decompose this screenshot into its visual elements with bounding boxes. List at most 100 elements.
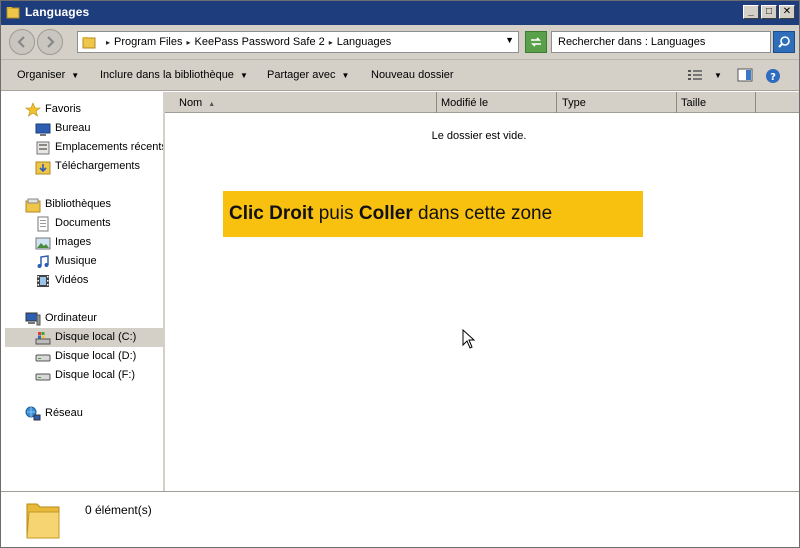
sidebar-item-network[interactable]: Réseau [5,404,163,423]
computer-icon [25,311,41,327]
chevron-down-icon: ▼ [71,71,80,80]
details-pane: 0 élément(s) [1,491,799,547]
sidebar-item-label: Musique [55,255,97,267]
breadcrumb-program-files[interactable]: Program Files [114,36,182,48]
new-folder-button[interactable]: Nouveau dossier [371,69,454,81]
address-bar[interactable]: ▸ Program Files ▸ KeePass Password Safe … [77,31,519,53]
new-folder-label: Nouveau dossier [371,69,454,81]
include-label: Inclure dans la bibliothèque [100,69,234,81]
chevron-right-icon[interactable]: ▸ [186,38,190,47]
chevron-down-icon[interactable]: ▼ [714,71,722,80]
forward-button[interactable] [37,29,63,55]
explorer-window: Languages _ □ ✕ ▸ Program Files ▸ KeePas… [0,0,800,548]
recent-places-icon [35,140,51,156]
column-header-row: Nom ▲ Modifié le Type Taille [165,92,799,113]
sidebar-item-music[interactable]: Musique [5,252,163,271]
sidebar-item-label: Emplacements récents [55,141,167,153]
folder-icon [6,5,20,19]
sidebar-item-label: Disque local (C:) [55,331,137,343]
sidebar-item-label: Téléchargements [55,160,140,172]
sidebar-item-images[interactable]: Images [5,233,163,252]
view-options-icon[interactable] [687,68,703,85]
banner-text: puis [313,203,359,224]
sort-up-icon: ▲ [208,101,216,108]
banner-bold-text: Coller [358,203,413,224]
music-icon [35,254,51,270]
column-header-size[interactable]: Taille [677,92,756,113]
organize-label: Organiser [17,69,66,81]
sidebar-item-label: Réseau [45,407,83,419]
network-icon [25,406,41,422]
chevron-down-icon: ▼ [341,71,350,80]
sidebar-item-label: Documents [55,217,111,229]
sidebar-item-label: Images [55,236,92,248]
file-list[interactable]: Nom ▲ Modifié le Type Taille Le dossier e… [165,92,799,491]
minimize-button[interactable]: _ [743,5,759,19]
sidebar-item-bureau[interactable]: Bureau [5,119,163,138]
instruction-banner: Clic Droit puis Coller dans cette zone [223,191,643,237]
sidebar-item-label: Disque local (D:) [55,350,137,362]
share-menu[interactable]: Partager avec ▼ [267,69,349,81]
help-icon[interactable]: ? [765,68,781,87]
sidebar-item-drive-c[interactable]: Disque local (C:) [5,328,163,347]
drive-icon [35,349,51,365]
sidebar-item-label: Vidéos [55,274,89,286]
sidebar-item-favorites[interactable]: Favoris [5,100,163,119]
close-button[interactable]: ✕ [779,5,795,19]
folder-icon [82,35,96,52]
column-label: Type [562,97,586,109]
videos-icon [35,273,51,289]
sidebar-item-documents[interactable]: Documents [5,214,163,233]
preview-pane-icon[interactable] [737,68,753,85]
sidebar-item-label: Ordinateur [45,312,97,324]
title-bar[interactable]: Languages _ □ ✕ [1,1,799,25]
system-drive-icon [35,330,51,346]
sidebar-item-downloads[interactable]: Téléchargements [5,157,163,176]
search-button[interactable] [773,31,795,53]
navigation-pane: Favoris Bureau Emplacements récents Télé… [5,92,167,491]
window-title: Languages [25,5,90,19]
chevron-right-icon[interactable]: ▸ [329,38,333,47]
sidebar-item-drive-f[interactable]: Disque local (F:) [5,366,163,385]
images-icon [35,235,51,251]
column-header-modified[interactable]: Modifié le [437,92,557,113]
library-icon [25,197,41,213]
column-header-name[interactable]: Nom ▲ [165,92,437,113]
arrow-right-icon [47,36,55,48]
folder-icon [25,496,61,545]
column-label: Taille [681,97,707,109]
desktop-icon [35,121,51,137]
refresh-button[interactable] [525,31,547,53]
column-header-type[interactable]: Type [557,92,677,113]
drive-icon [35,368,51,384]
arrow-left-icon [17,36,25,48]
maximize-button[interactable]: □ [761,5,777,19]
include-library-menu[interactable]: Inclure dans la bibliothèque ▼ [100,69,248,81]
sidebar-item-label: Bureau [55,122,91,134]
search-icon [778,36,790,48]
chevron-right-icon[interactable]: ▸ [106,38,110,47]
organize-menu[interactable]: Organiser ▼ [17,69,79,81]
sidebar-item-label: Favoris [45,103,82,115]
sidebar-item-drive-d[interactable]: Disque local (D:) [5,347,163,366]
search-input[interactable]: Rechercher dans : Languages [551,31,771,53]
sidebar-item-label: Disque local (F:) [55,369,136,381]
column-label: Modifié le [441,97,489,109]
breadcrumb-languages[interactable]: Languages [337,36,391,48]
sidebar-item-recent-places[interactable]: Emplacements récents [5,138,167,157]
sidebar-item-videos[interactable]: Vidéos [5,271,163,290]
back-button[interactable] [9,29,35,55]
refresh-icon [531,37,541,47]
banner-text: dans cette zone [412,203,553,224]
svg-text:?: ? [770,72,776,83]
documents-icon [35,216,51,232]
chevron-down-icon: ▼ [239,71,248,80]
sidebar-item-computer[interactable]: Ordinateur [5,309,163,328]
chevron-down-icon[interactable]: ▼ [505,35,514,45]
column-label: Nom [179,97,203,109]
breadcrumb-keepass[interactable]: KeePass Password Safe 2 [195,36,325,48]
banner-bold-text: Clic Droit [229,203,314,224]
mouse-cursor-icon [462,328,476,352]
sidebar-item-libraries[interactable]: Bibliothèques [5,195,163,214]
downloads-folder-icon [35,159,51,175]
